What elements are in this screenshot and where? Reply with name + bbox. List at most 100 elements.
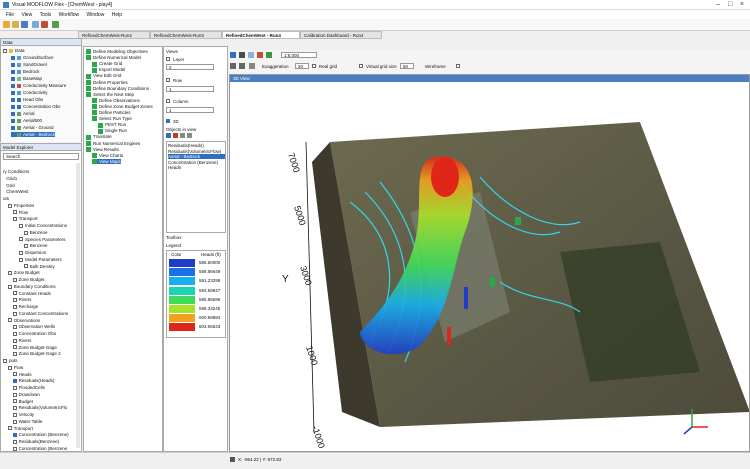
- workflow-step[interactable]: View Maps: [92, 158, 121, 165]
- explorer-item-checkbox[interactable]: [12, 419, 17, 424]
- explorer-tree-item[interactable]: Benzene: [23, 230, 48, 235]
- object-list-item[interactable]: Aerial - Bedrock: [168, 154, 225, 159]
- explorer-item-checkbox[interactable]: [23, 244, 28, 249]
- view-3d-canvas[interactable]: 7000 5000 3000 1000 -1000 Y: [230, 82, 750, 452]
- minimize-button[interactable]: –: [716, 1, 720, 8]
- explorer-item-checkbox[interactable]: [19, 237, 23, 242]
- workflow-step[interactable]: Select the Next Step: [86, 92, 134, 97]
- explorer-search-input[interactable]: Search: [3, 153, 79, 160]
- workflow-step[interactable]: Import Model: [92, 67, 125, 73]
- explorer-tree-item[interactable]: Recharge: [12, 304, 38, 309]
- menu-window[interactable]: Window: [87, 12, 105, 18]
- data-tree-item[interactable]: SandGravel: [11, 62, 47, 67]
- scale-select[interactable]: 1:5,000: [281, 52, 317, 58]
- explorer-tree-item[interactable]: uts: [3, 196, 9, 201]
- workflow-step[interactable]: Single Run: [98, 128, 127, 134]
- explorer-tree-item[interactable]: ChemWest: [6, 189, 28, 194]
- explorer-tree-item[interactable]: Water Table: [12, 419, 42, 424]
- workflow-step[interactable]: Run Numerical Engines: [86, 141, 140, 146]
- remove-object-icon[interactable]: [173, 133, 178, 138]
- exaggeration-input[interactable]: 20: [295, 63, 309, 69]
- explorer-item-checkbox[interactable]: [7, 284, 12, 289]
- delete-icon[interactable]: [41, 21, 48, 28]
- explorer-tree-item[interactable]: puts: [3, 358, 18, 363]
- explorer-tree-item[interactable]: Flow: [12, 210, 28, 215]
- explorer-tree-item[interactable]: Boundary Conditions: [7, 284, 56, 289]
- workflow-step[interactable]: View Charts: [92, 153, 123, 158]
- explorer-tree-item[interactable]: Constant Concentrations: [12, 311, 68, 316]
- explorer-item-checkbox[interactable]: [7, 203, 12, 208]
- data-item-checkbox[interactable]: [11, 118, 15, 123]
- explorer-tree-item[interactable]: Transport: [12, 216, 38, 222]
- data-tree-item[interactable]: Conductivity Measure: [11, 83, 66, 88]
- explorer-tree-item[interactable]: Rivers: [12, 297, 31, 303]
- data-tree-item[interactable]: Aerial - Ground: [11, 125, 54, 130]
- well-marker[interactable]: [515, 217, 521, 225]
- explorer-item-checkbox[interactable]: [12, 392, 17, 397]
- column-input[interactable]: 1: [166, 107, 214, 113]
- well-marker[interactable]: [490, 277, 495, 287]
- explorer-item-checkbox[interactable]: [12, 325, 17, 330]
- explorer-tree-item[interactable]: Observation Wells: [12, 324, 55, 330]
- measure-icon[interactable]: [266, 52, 272, 58]
- data-item-checkbox[interactable]: [11, 90, 15, 95]
- explorer-item-checkbox[interactable]: [23, 230, 28, 235]
- explorer-item-checkbox[interactable]: [3, 358, 7, 363]
- data-item-checkbox[interactable]: [11, 69, 15, 74]
- select-icon[interactable]: [257, 52, 263, 58]
- explorer-tree-item[interactable]: Rivers: [12, 338, 31, 343]
- menu-file[interactable]: File: [6, 12, 14, 18]
- workflow-step[interactable]: Define Zone Budget Zones: [92, 104, 153, 110]
- tab-calibration-dashboard[interactable]: Calibration Dashboard - Run4: [300, 31, 382, 39]
- data-tree-item[interactable]: Aerial - Bedrock: [11, 132, 56, 137]
- explorer-tree-item[interactable]: Transport: [7, 426, 33, 431]
- data-item-checkbox[interactable]: [3, 48, 7, 53]
- view-3d[interactable]: 3D View 7000 5000 3000 1000 -1000 Y: [229, 74, 750, 452]
- explorer-item-checkbox[interactable]: [12, 399, 17, 404]
- explorer-item-checkbox[interactable]: [12, 385, 17, 390]
- menu-workflow[interactable]: Workflow: [59, 12, 79, 18]
- row-input[interactable]: 1: [166, 86, 214, 92]
- explorer-item-checkbox[interactable]: [12, 338, 17, 343]
- data-item-checkbox[interactable]: [11, 97, 15, 102]
- tab-run4[interactable]: RefinedChemWest - Run4: [222, 31, 300, 39]
- move-down-icon[interactable]: [187, 133, 192, 138]
- explorer-item-checkbox[interactable]: [12, 345, 17, 350]
- explorer-item-checkbox[interactable]: [12, 217, 17, 222]
- data-tree-item[interactable]: Aerial: [11, 111, 35, 116]
- explorer-item-checkbox[interactable]: [12, 210, 17, 215]
- data-tree-item[interactable]: Conductivity: [11, 90, 48, 95]
- explorer-item-checkbox[interactable]: [7, 426, 12, 431]
- explorer-item-checkbox[interactable]: [12, 446, 17, 451]
- layer-input[interactable]: 2: [166, 64, 214, 70]
- menu-tools[interactable]: Tools: [40, 12, 52, 18]
- explorer-item-checkbox[interactable]: [12, 433, 17, 438]
- virtual-grid-checkbox[interactable]: [359, 64, 363, 68]
- explorer-tree-item[interactable]: FloodedCells: [12, 385, 45, 390]
- workflow-step[interactable]: Define Numerical Model: [86, 55, 141, 61]
- workflow-step[interactable]: PEST Run: [98, 122, 126, 128]
- data-item-checkbox[interactable]: [11, 125, 15, 130]
- explorer-item-checkbox[interactable]: [7, 318, 12, 323]
- save-icon[interactable]: [21, 21, 28, 28]
- well-marker[interactable]: [447, 327, 451, 345]
- data-item-checkbox[interactable]: [11, 83, 15, 88]
- import-icon[interactable]: [32, 21, 39, 28]
- data-tree-item[interactable]: Aerial500: [11, 118, 42, 123]
- tab-run3[interactable]: RefinedChemWest-Run3: [150, 31, 222, 39]
- explorer-scrollbar[interactable]: [76, 163, 80, 448]
- workflow-step[interactable]: Define Observations: [92, 98, 140, 104]
- explorer-tree-item[interactable]: Properties: [7, 203, 34, 208]
- rotate-icon[interactable]: [248, 52, 254, 58]
- data-tree-item[interactable]: BaseMap: [11, 76, 42, 81]
- workflow-step[interactable]: Define Modeling Objectives: [86, 49, 148, 55]
- explorer-tree-item[interactable]: Zone Budget: [7, 270, 40, 276]
- data-item-checkbox[interactable]: [11, 76, 15, 81]
- layer-checkbox[interactable]: [166, 57, 170, 61]
- explorer-tree-item[interactable]: Grid: [6, 183, 15, 188]
- explorer-item-checkbox[interactable]: [12, 304, 17, 309]
- explorer-item-checkbox[interactable]: [12, 298, 17, 303]
- workflow-step[interactable]: Translate: [86, 134, 112, 140]
- explorer-item-checkbox[interactable]: [7, 271, 12, 276]
- explorer-tree-item[interactable]: Zone Budget: [12, 277, 44, 282]
